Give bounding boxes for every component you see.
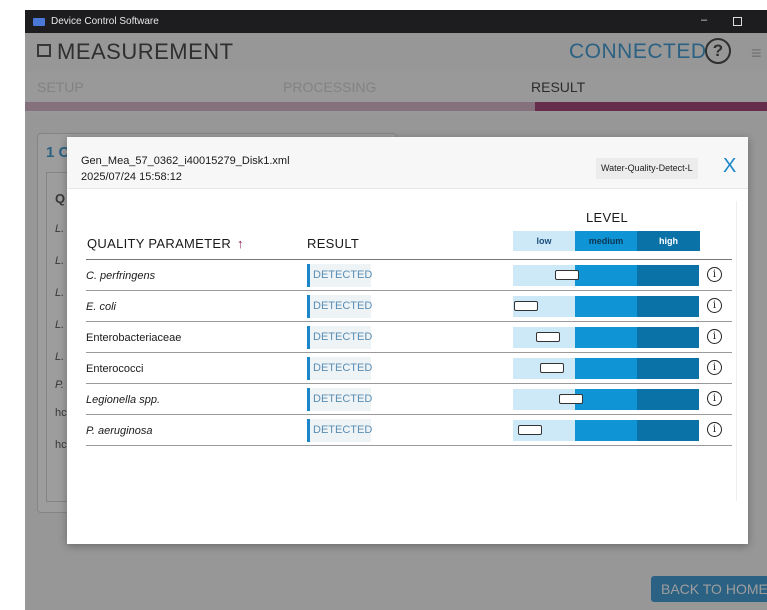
file-datetime: 2025/07/24 15:58:12 (81, 171, 182, 183)
info-icon[interactable]: i (707, 422, 722, 437)
level-marker (559, 394, 583, 404)
table-row: Legionella spp. DETECTED i (86, 384, 732, 415)
close-button[interactable]: X (723, 155, 736, 178)
method-tag: Water-Quality-Detect-L (596, 158, 698, 179)
parameter-name: P. aeruginosa (86, 425, 153, 437)
info-icon[interactable]: i (707, 329, 722, 344)
level-zone-high (637, 358, 699, 379)
level-marker (518, 425, 542, 435)
level-zone-medium (575, 327, 637, 348)
column-header-result: RESULT (307, 236, 360, 251)
info-icon[interactable]: i (707, 360, 722, 375)
modal-header: Gen_Mea_57_0362_i40015279_Disk1.xml 2025… (67, 137, 748, 189)
level-zone-high (637, 327, 699, 348)
level-zone-medium (575, 296, 637, 317)
level-legend-low: low (513, 231, 575, 251)
info-icon[interactable]: i (707, 267, 722, 282)
level-marker (540, 363, 564, 373)
level-zone-high (637, 420, 699, 441)
level-zone-medium (575, 358, 637, 379)
level-legend: low medium high (513, 231, 700, 251)
parameter-name: Enterococci (86, 363, 144, 375)
level-marker (536, 332, 560, 342)
result-badge: DETECTED (307, 388, 372, 411)
level-scale (513, 296, 699, 317)
result-badge: DETECTED (307, 295, 372, 318)
window-title: Device Control Software (51, 16, 159, 27)
parameter-name: Enterobacteriaceae (86, 332, 182, 344)
level-zone-high (637, 389, 699, 410)
table-row: E. coli DETECTED i (86, 291, 732, 322)
info-icon[interactable]: i (707, 298, 722, 313)
level-marker (555, 270, 579, 280)
table-row: Enterococci DETECTED i (86, 353, 732, 384)
column-header-parameter-label: QUALITY PARAMETER (87, 236, 232, 251)
minimize-button[interactable]: – (701, 14, 707, 26)
maximize-button[interactable] (733, 17, 742, 26)
sort-arrow-icon[interactable]: ↑ (237, 236, 244, 251)
level-zone-medium (575, 265, 637, 286)
level-zone-medium (575, 420, 637, 441)
parameter-name: C. perfringens (86, 270, 156, 282)
level-scale (513, 389, 699, 410)
level-zone-high (637, 296, 699, 317)
title-bar: Device Control Software – (25, 10, 767, 33)
column-header-level: LEVEL (586, 210, 628, 225)
result-badge: DETECTED (307, 264, 372, 287)
info-icon[interactable]: i (707, 391, 722, 406)
table-row: Enterobacteriaceae DETECTED i (86, 322, 732, 353)
level-legend-high: high (637, 231, 700, 251)
parameter-name: E. coli (86, 301, 116, 313)
level-legend-medium: medium (575, 231, 637, 251)
file-name: Gen_Mea_57_0362_i40015279_Disk1.xml (81, 155, 290, 167)
level-scale (513, 265, 699, 286)
result-badge: DETECTED (307, 357, 372, 380)
table-row: C. perfringens DETECTED i (86, 260, 732, 291)
level-zone-medium (575, 389, 637, 410)
result-badge: DETECTED (307, 326, 372, 349)
app-icon (33, 17, 45, 26)
table-row: P. aeruginosa DETECTED i (86, 415, 732, 446)
level-zone-high (637, 265, 699, 286)
parameter-name: Legionella spp. (86, 394, 161, 406)
column-header-parameter[interactable]: QUALITY PARAMETER ↑ (87, 236, 244, 251)
result-badge: DETECTED (307, 419, 372, 442)
level-marker (514, 301, 538, 311)
